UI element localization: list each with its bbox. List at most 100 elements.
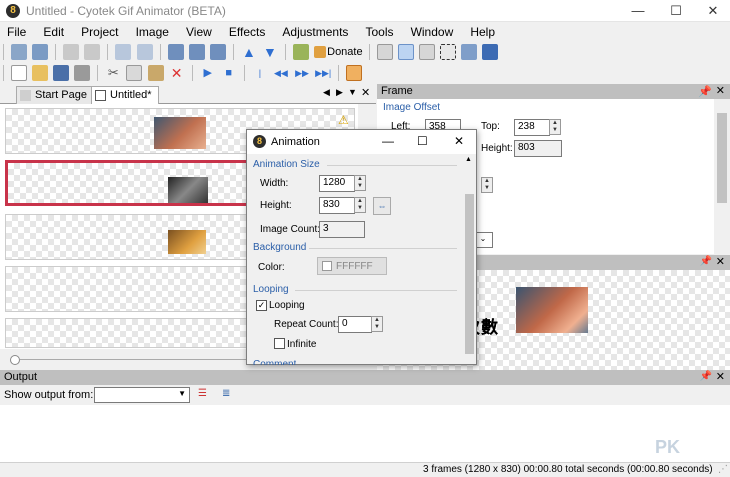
toolbar-separator	[338, 65, 340, 81]
pin-icon[interactable]: 📌	[700, 371, 712, 382]
insert-frame-icon[interactable]	[167, 44, 184, 60]
move-down-icon[interactable]: ▼	[262, 44, 278, 60]
export-icon[interactable]	[32, 44, 49, 60]
dialog-title-bar: 8 Animation — ☐ ✕	[247, 130, 476, 154]
toolbar-primary: ▲ ▼ Donate	[0, 42, 730, 63]
looping-checkbox[interactable]: ✓	[256, 300, 267, 311]
repeat-count-label: Repeat Count:	[274, 319, 339, 330]
tab-untitled[interactable]: Untitled*	[91, 86, 159, 104]
tab-scroll-left-icon[interactable]: ◀	[323, 87, 330, 98]
tab-list-icon[interactable]: ▼	[348, 87, 357, 97]
lock-aspect-icon[interactable]: ⇔	[373, 197, 391, 215]
repeat-count-input[interactable]: 0	[338, 316, 372, 333]
move-up-icon[interactable]: ▲	[241, 44, 257, 60]
previous-frame-icon[interactable]: ◀◀	[273, 65, 289, 81]
image-properties-icon[interactable]	[460, 44, 477, 60]
menu-project[interactable]: Project	[74, 22, 125, 42]
width-input[interactable]: 1280	[319, 175, 355, 192]
cut-icon[interactable]: ✂	[105, 65, 121, 81]
view-list-icon[interactable]	[418, 44, 435, 60]
close-button[interactable]: ✕	[697, 0, 729, 22]
frame-panel-title: Frame	[381, 85, 413, 97]
zoom-slider-thumb[interactable]	[10, 355, 20, 365]
pin-icon[interactable]: 📌	[698, 85, 712, 98]
view-grid-icon[interactable]	[397, 44, 414, 60]
import-icon[interactable]	[11, 44, 28, 60]
dialog-scrollbar-thumb[interactable]	[465, 194, 474, 354]
print-icon[interactable]	[74, 65, 91, 81]
animation-properties-icon[interactable]	[482, 44, 499, 60]
copy-icon[interactable]	[126, 65, 143, 81]
dialog-scrollbar[interactable]: ▲	[463, 154, 476, 364]
panel-close-icon[interactable]: ✕	[716, 84, 725, 97]
menu-edit[interactable]: Edit	[36, 22, 71, 42]
flip-horizontal-icon[interactable]	[115, 44, 132, 60]
frame-thumbnail	[168, 177, 208, 203]
properties-scrollbar[interactable]	[714, 99, 730, 254]
group-divider	[327, 165, 457, 166]
width-label: Width:	[260, 178, 289, 189]
selection-icon[interactable]	[439, 44, 456, 60]
run-icon[interactable]	[293, 44, 310, 60]
minimize-button[interactable]: —	[622, 0, 654, 22]
last-frame-icon[interactable]: ▶▶|	[315, 65, 331, 81]
dialog-minimize-button[interactable]: —	[382, 134, 394, 148]
menu-image[interactable]: Image	[129, 22, 176, 42]
tab-start-page[interactable]: Start Page	[16, 86, 94, 104]
panel-close-icon[interactable]: ✕	[716, 255, 725, 268]
height-input[interactable]: 830	[319, 197, 355, 214]
property-spinner[interactable]: ▲ ▼	[481, 177, 493, 193]
flip-vertical-icon[interactable]	[136, 44, 153, 60]
output-title: Output	[4, 371, 38, 383]
add-frame-icon[interactable]	[188, 44, 205, 60]
menu-window[interactable]: Window	[404, 22, 461, 42]
menu-file[interactable]: File	[0, 22, 33, 42]
top-spinner[interactable]: ▲ ▼	[549, 119, 561, 135]
repeat-count-spinner[interactable]: ▲ ▼	[371, 316, 383, 332]
toolbar-separator	[232, 44, 234, 60]
copy-frame-icon[interactable]	[63, 44, 80, 60]
paste-icon[interactable]	[147, 65, 164, 81]
clear-output-icon[interactable]: ☰	[198, 388, 207, 399]
menu-view[interactable]: View	[179, 22, 219, 42]
first-frame-icon[interactable]: |◀◀	[252, 65, 268, 94]
menu-effects[interactable]: Effects	[222, 22, 272, 42]
scrollbar-thumb[interactable]	[717, 113, 727, 203]
delete-icon[interactable]: ✕	[169, 65, 185, 81]
output-panel: Output 📌 ✕ Show output from: ▼ ☰ ≣	[0, 370, 730, 462]
stop-icon[interactable]: ■	[221, 65, 237, 81]
next-frame-icon[interactable]: ▶▶	[294, 65, 310, 81]
new-file-icon[interactable]	[11, 65, 28, 81]
dialog-maximize-button[interactable]: ☐	[417, 134, 428, 148]
top-label: Top:	[481, 121, 500, 132]
maximize-button[interactable]: ☐	[660, 0, 692, 22]
pin-icon[interactable]: 📌	[700, 256, 712, 267]
resize-grip-icon[interactable]: ⋰	[718, 464, 728, 475]
panel-close-icon[interactable]: ✕	[716, 370, 725, 383]
zoom-slider-track[interactable]	[20, 359, 260, 360]
top-input[interactable]: 238	[514, 119, 550, 136]
word-wrap-icon[interactable]: ≣	[222, 388, 230, 399]
tab-scroll-right-icon[interactable]: ▶	[336, 87, 343, 98]
infinite-checkbox[interactable]	[274, 338, 285, 349]
settings-icon[interactable]	[346, 65, 363, 81]
play-icon[interactable]: ▶	[200, 65, 216, 81]
open-folder-icon[interactable]	[32, 65, 49, 81]
donate-button[interactable]: Donate	[313, 44, 363, 60]
width-spinner[interactable]: ▲ ▼	[354, 175, 366, 191]
show-output-select[interactable]: ▼	[94, 387, 190, 403]
view-single-icon[interactable]	[376, 44, 393, 60]
menu-adjustments[interactable]: Adjustments	[275, 22, 355, 42]
scroll-up-icon[interactable]: ▲	[465, 156, 472, 163]
duplicate-frame-icon[interactable]	[209, 44, 226, 60]
color-picker[interactable]: FFFFFF	[317, 257, 387, 275]
title-bar: 8 Untitled - Cyotek Gif Animator (BETA) …	[0, 0, 730, 22]
paste-frame-icon[interactable]	[84, 44, 101, 60]
height-spinner[interactable]: ▲ ▼	[354, 197, 366, 213]
menu-tools[interactable]: Tools	[358, 22, 400, 42]
status-text: 3 frames (1280 x 830) 00:00.80 total sec…	[423, 464, 713, 475]
save-icon[interactable]	[53, 65, 70, 81]
menu-help[interactable]: Help	[463, 22, 502, 42]
dialog-close-button[interactable]: ✕	[454, 134, 464, 148]
tab-close-icon[interactable]: ✕	[361, 86, 370, 99]
